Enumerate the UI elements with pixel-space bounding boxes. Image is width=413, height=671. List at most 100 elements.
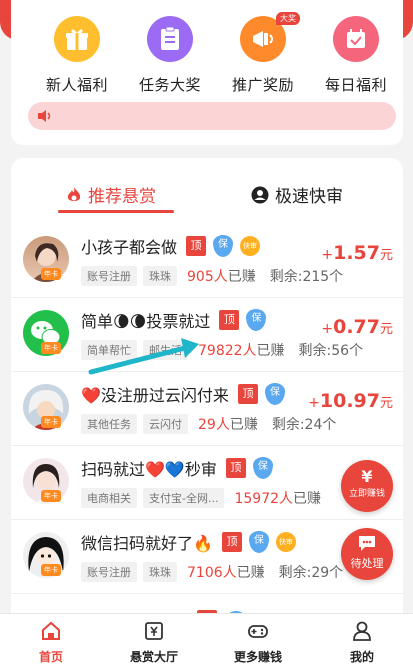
top-badge: 顶 xyxy=(186,236,207,256)
platform-tag: 珠珠 xyxy=(143,266,177,286)
earned-count: 905人 xyxy=(187,269,228,285)
task-meta: 其他任务 云闪付 29人已赚 剩余:24个 xyxy=(81,414,336,434)
task-meta: 账号注册 珠珠 905人已赚 剩余:215个 xyxy=(81,266,343,286)
price-value: 0.77 xyxy=(333,316,380,338)
guarantee-badge: 保 xyxy=(252,457,273,479)
notice-bar[interactable] xyxy=(28,102,396,130)
task-title: 扫码就过❤️💙秒审 xyxy=(81,460,217,479)
earned-count: 7106人 xyxy=(187,565,237,581)
earned-suffix: 已赚 xyxy=(293,491,322,507)
category-tag: 电商相关 xyxy=(81,488,137,508)
quick-action-newbie[interactable]: 新人福利 xyxy=(37,16,117,95)
category-tag: 其他任务 xyxy=(81,414,137,434)
price-plus: + xyxy=(308,395,320,411)
bottom-navigation: 首页 悬赏大厅 更多赚钱 我的 xyxy=(0,613,413,671)
reward-hall-icon xyxy=(145,622,163,640)
nav-item-more-earn[interactable]: 更多赚钱 xyxy=(218,620,298,665)
avatar-tag: 年卡 xyxy=(41,268,61,280)
speaker-icon xyxy=(38,110,51,122)
nav-label: 首页 xyxy=(38,650,63,664)
fast-review-badge: 快审 xyxy=(275,532,296,552)
task-row[interactable]: 年卡 简单🌘🌘投票就过 顶 保 简单帮忙 邮生活 79822人已赚 剩余:56个… xyxy=(11,298,403,375)
earned-suffix: 已赚 xyxy=(236,565,265,581)
platform-tag: 珠珠 xyxy=(143,562,177,582)
earned-stat: 79822人已赚 xyxy=(198,340,285,360)
earned-suffix: 已赚 xyxy=(227,269,256,285)
top-badge: 顶 xyxy=(237,384,258,404)
pending-label: 待处理 xyxy=(350,557,384,570)
price-value: 1.57 xyxy=(333,242,380,264)
quick-actions-card: 新人福利 任务大奖 大奖 推广奖励 每日福利 xyxy=(11,0,403,145)
pending-button[interactable]: 待处理 xyxy=(341,528,393,580)
nav-item-home[interactable]: 首页 xyxy=(11,620,91,665)
price-value: 10.97 xyxy=(319,390,380,412)
chat-bubble-icon xyxy=(359,536,375,551)
tab-label: 推荐悬赏 xyxy=(88,187,156,207)
category-tag: 账号注册 xyxy=(81,266,137,286)
reward-price: +1.57元 xyxy=(321,242,393,264)
quick-action-daily[interactable]: 每日福利 xyxy=(316,16,396,95)
price-plus: + xyxy=(321,247,334,263)
tab-label: 极速快审 xyxy=(275,187,343,207)
quick-action-label: 新人福利 xyxy=(45,76,108,94)
quick-action-label: 每日福利 xyxy=(324,76,387,94)
yuan-icon: ¥ xyxy=(361,467,373,486)
gift-icon xyxy=(54,16,100,62)
top-badge: 顶 xyxy=(219,310,240,330)
task-list-icon xyxy=(147,16,193,62)
earned-stat: 7106人已赚 xyxy=(187,562,265,582)
nav-item-mine[interactable]: 我的 xyxy=(322,620,402,665)
task-title-wrap: ❤️没注册过云闪付来 顶 保 xyxy=(81,382,285,406)
price-plus: + xyxy=(321,321,334,337)
quick-action-label: 推广奖励 xyxy=(231,76,294,94)
avatar-tag: 年卡 xyxy=(41,490,61,502)
task-row[interactable]: 年卡 ❤️没注册过云闪付来 顶 保 其他任务 云闪付 29人已赚 剩余:24个 … xyxy=(11,372,403,446)
task-title-wrap: 小孩子都会做 顶 保 快审 xyxy=(81,234,261,258)
task-title-wrap: 扫码就过❤️💙秒审 顶 保 xyxy=(81,456,273,480)
nav-label: 悬赏大厅 xyxy=(129,650,178,664)
price-unit: 元 xyxy=(379,322,393,337)
reward-price: +10.97元 xyxy=(308,390,393,412)
earn-now-button[interactable]: ¥ 立即赚钱 xyxy=(341,460,393,512)
earned-stat: 905人已赚 xyxy=(187,266,256,286)
task-title: 微信扫码就好了🔥 xyxy=(81,534,213,553)
calendar-check-icon xyxy=(333,16,379,62)
guarantee-badge: 保 xyxy=(248,531,269,553)
price-unit: 元 xyxy=(379,396,393,411)
quick-action-label: 任务大奖 xyxy=(138,76,201,94)
cyan-arrow-icon xyxy=(88,338,199,375)
category-tag: 账号注册 xyxy=(81,562,137,582)
avatar-tag: 年卡 xyxy=(41,416,61,428)
task-meta: 账号注册 珠珠 7106人已赚 剩余:29个 xyxy=(81,562,343,582)
top-badge: 顶 xyxy=(221,532,242,552)
quick-action-task-prize[interactable]: 任务大奖 xyxy=(130,16,210,95)
home-icon xyxy=(42,621,60,640)
nav-label: 更多赚钱 xyxy=(233,650,282,664)
quick-action-promotion[interactable]: 大奖 推广奖励 xyxy=(223,12,303,95)
tab-fast-review[interactable]: 极速快审 xyxy=(251,182,343,207)
nav-item-reward-hall[interactable]: 悬赏大厅 xyxy=(114,620,194,665)
earned-suffix: 已赚 xyxy=(229,417,258,433)
guarantee-badge: 保 xyxy=(264,383,285,405)
task-title: 小孩子都会做 xyxy=(81,238,178,257)
earned-stat: 29人已赚 xyxy=(198,414,258,434)
price-unit: 元 xyxy=(379,248,393,263)
earn-now-label: 立即赚钱 xyxy=(348,489,385,499)
task-row[interactable]: 年卡 小孩子都会做 顶 保 快审 账号注册 珠珠 905人已赚 剩余:215个 … xyxy=(11,224,403,298)
guarantee-badge: 保 xyxy=(246,309,267,331)
top-badge: 顶 xyxy=(225,458,246,478)
reward-price: +0.77元 xyxy=(321,316,393,338)
nav-label: 我的 xyxy=(349,650,374,664)
platform-tag: 支付宝-全网... xyxy=(143,488,225,508)
gamepad-icon xyxy=(248,625,268,638)
user-circle-icon xyxy=(251,186,269,203)
earned-suffix: 已赚 xyxy=(256,343,285,359)
remaining-count: 剩余:24个 xyxy=(271,417,337,433)
prize-badge: 大奖 xyxy=(276,12,300,25)
avatar-tag: 年卡 xyxy=(41,342,61,354)
earned-count: 15972人 xyxy=(234,491,294,507)
user-icon xyxy=(353,621,371,641)
fast-review-badge: 快审 xyxy=(240,236,261,256)
tab-recommended[interactable]: 推荐悬赏 xyxy=(66,182,156,207)
remaining-count: 剩余:215个 xyxy=(269,269,344,285)
